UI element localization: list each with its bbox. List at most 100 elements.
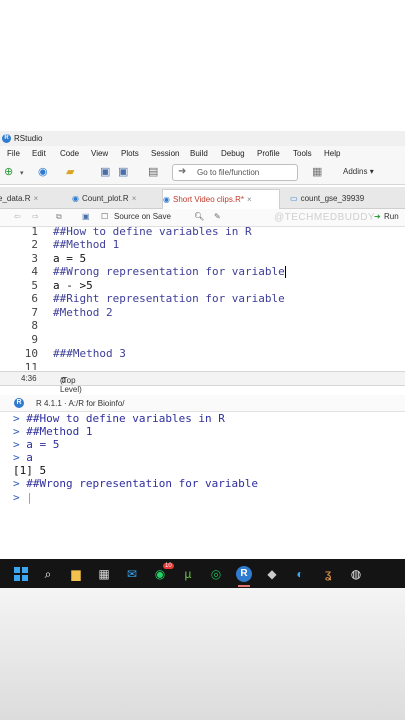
console-text: ##Wrong representation for variable xyxy=(26,477,259,490)
cursor-position: 4:36 xyxy=(21,374,37,383)
torrent-icon[interactable]: µ xyxy=(180,566,196,582)
open-file-icon[interactable]: ▰ xyxy=(66,165,74,179)
calculator-icon[interactable]: ▦ xyxy=(96,566,112,582)
menu-debug[interactable]: Debug xyxy=(221,149,245,158)
console-line: > ##How to define variables in R xyxy=(13,412,225,425)
updown-icon: ⇕ xyxy=(60,376,67,385)
file-icon: ▭ xyxy=(290,194,298,203)
console-prompt: > xyxy=(13,425,20,438)
tab-count-plot[interactable]: ◉ Count_plot.R × xyxy=(72,189,157,208)
line-number: 5 xyxy=(31,279,38,292)
show-in-window-icon[interactable]: ⧉ xyxy=(56,212,62,222)
back-arrow-icon[interactable]: ⇦ xyxy=(14,212,21,221)
menu-help[interactable]: Help xyxy=(324,149,340,158)
menu-edit[interactable]: Edit xyxy=(32,149,46,158)
run-button[interactable]: Run xyxy=(384,212,399,221)
menu-view[interactable]: View xyxy=(91,149,108,158)
console-cursor: | xyxy=(26,491,33,504)
console-line: > ##Method 1 xyxy=(13,425,92,438)
new-file-icon[interactable]: ⊕ xyxy=(4,165,13,179)
close-icon[interactable]: × xyxy=(247,195,252,204)
window-titlebar: R RStudio xyxy=(0,131,405,146)
app-icon-2[interactable]: ʓ xyxy=(320,566,336,582)
new-file-dropdown-icon[interactable]: ▾ xyxy=(20,167,24,181)
window-title: RStudio xyxy=(14,134,43,143)
active-app-indicator xyxy=(238,585,250,587)
file-explorer-icon[interactable]: ▆ xyxy=(68,566,84,582)
line-number: 3 xyxy=(31,252,38,265)
console-prompt: > xyxy=(13,491,20,504)
print-icon[interactable]: ▤ xyxy=(148,165,158,179)
console-text: ##How to define variables in R xyxy=(26,412,225,425)
console-text: ##Method 1 xyxy=(26,425,93,438)
top-blank-area xyxy=(0,0,405,131)
tab-label: Count_plot.R xyxy=(81,194,129,203)
code-editor[interactable]: 1 ##How to define variables in R 2 ##Metho… xyxy=(0,227,405,370)
line-code: ##Right representation for variable xyxy=(53,292,285,305)
console-output[interactable]: > ##How to define variables in R > ##Met… xyxy=(0,412,405,558)
editor-toolbar: ⇦ ⇨ ⧉ ▣ ☐ Source on Save 🔍︎ ✎ @TECHMEDBU… xyxy=(0,209,405,227)
line-number: 4 xyxy=(31,265,38,278)
console-prompt: > xyxy=(13,412,20,425)
magic-wand-icon[interactable]: ✎ xyxy=(214,212,221,221)
console-text: [1] 5 xyxy=(13,464,47,477)
text-cursor xyxy=(284,266,286,278)
menu-plots[interactable]: Plots xyxy=(121,149,139,158)
new-project-icon[interactable]: ◉ xyxy=(38,165,48,179)
grid-layout-icon[interactable]: ▦ xyxy=(312,165,322,179)
menu-bar: File Edit Code View Plots Session Build … xyxy=(0,146,405,160)
addins-menu[interactable]: Addins ▾ xyxy=(343,167,374,176)
tab-count-gse[interactable]: ▭ count_gse_39939 xyxy=(290,189,390,208)
source-tab-bar: e_data.R × ◉ Count_plot.R × ◉ Short Video cl… xyxy=(0,187,405,209)
chrome-icon[interactable]: ◍ xyxy=(348,566,364,582)
line-number: 8 xyxy=(31,319,38,332)
line-code: a = 5 xyxy=(53,252,87,265)
line-number: 11 xyxy=(24,361,38,370)
forward-arrow-icon[interactable]: ⇨ xyxy=(32,212,39,221)
save-all-icon[interactable]: ▣ xyxy=(118,165,128,179)
save-icon[interactable]: ▣ xyxy=(82,212,90,221)
menu-tools[interactable]: Tools xyxy=(293,149,312,158)
search-icon[interactable]: ⌕ xyxy=(40,566,56,582)
console-path: R 4.1.1 · A:/R for Bioinfo/ xyxy=(36,399,125,408)
console-text: a xyxy=(26,451,33,464)
run-arrow-icon[interactable]: ➜ xyxy=(374,212,381,221)
addins-label: Addins xyxy=(343,167,368,176)
menu-build[interactable]: Build xyxy=(190,149,208,158)
editor-status-bar: 4:36 (Top Level) ⇕ xyxy=(0,371,405,394)
bottom-blank-area xyxy=(0,588,405,720)
rstudio-icon[interactable]: R xyxy=(236,566,252,582)
line-number: 9 xyxy=(31,333,38,346)
line-code: ##Method 1 xyxy=(53,238,120,251)
console-prompt: > xyxy=(13,451,20,464)
menu-code[interactable]: Code xyxy=(60,149,79,158)
line-code: #Method 2 xyxy=(53,306,113,319)
tab-label: count_gse_39939 xyxy=(300,194,365,203)
r-logo-icon: R xyxy=(14,398,24,408)
edge-icon[interactable]: ◐ xyxy=(292,566,308,582)
menu-session[interactable]: Session xyxy=(151,149,179,158)
spotify-icon[interactable]: ◎ xyxy=(208,566,224,582)
console-header: R R 4.1.1 · A:/R for Bioinfo/ xyxy=(0,395,405,412)
save-icon[interactable]: ▣ xyxy=(100,165,110,179)
line-number: 2 xyxy=(31,238,38,251)
search-icon[interactable]: 🔍︎ xyxy=(194,212,204,221)
app-icon[interactable]: ◆ xyxy=(264,566,280,582)
mail-icon[interactable]: ✉ xyxy=(124,566,140,582)
windows-start-icon[interactable] xyxy=(14,567,28,581)
source-on-save-checkbox[interactable]: ☐ xyxy=(101,212,108,221)
console-text: a = 5 xyxy=(26,438,60,451)
console-line: [1] 5 xyxy=(13,464,46,477)
close-icon[interactable]: × xyxy=(132,194,137,203)
menu-profile[interactable]: Profile xyxy=(257,149,280,158)
tab-e-data[interactable]: e_data.R × xyxy=(0,189,58,208)
chevron-down-icon: ▾ xyxy=(369,167,374,176)
console-line: > a xyxy=(13,451,33,464)
rstudio-logo-icon: R xyxy=(2,134,11,143)
close-icon[interactable]: × xyxy=(33,194,38,203)
goto-file-function-input[interactable]: ➜ Go to file/function xyxy=(172,164,298,181)
tab-short-video-clips[interactable]: ◉ Short Video clips.R* × xyxy=(162,189,280,209)
menu-file[interactable]: File xyxy=(7,149,20,158)
line-number: 7 xyxy=(31,306,38,319)
console-prompt: > xyxy=(13,477,20,490)
